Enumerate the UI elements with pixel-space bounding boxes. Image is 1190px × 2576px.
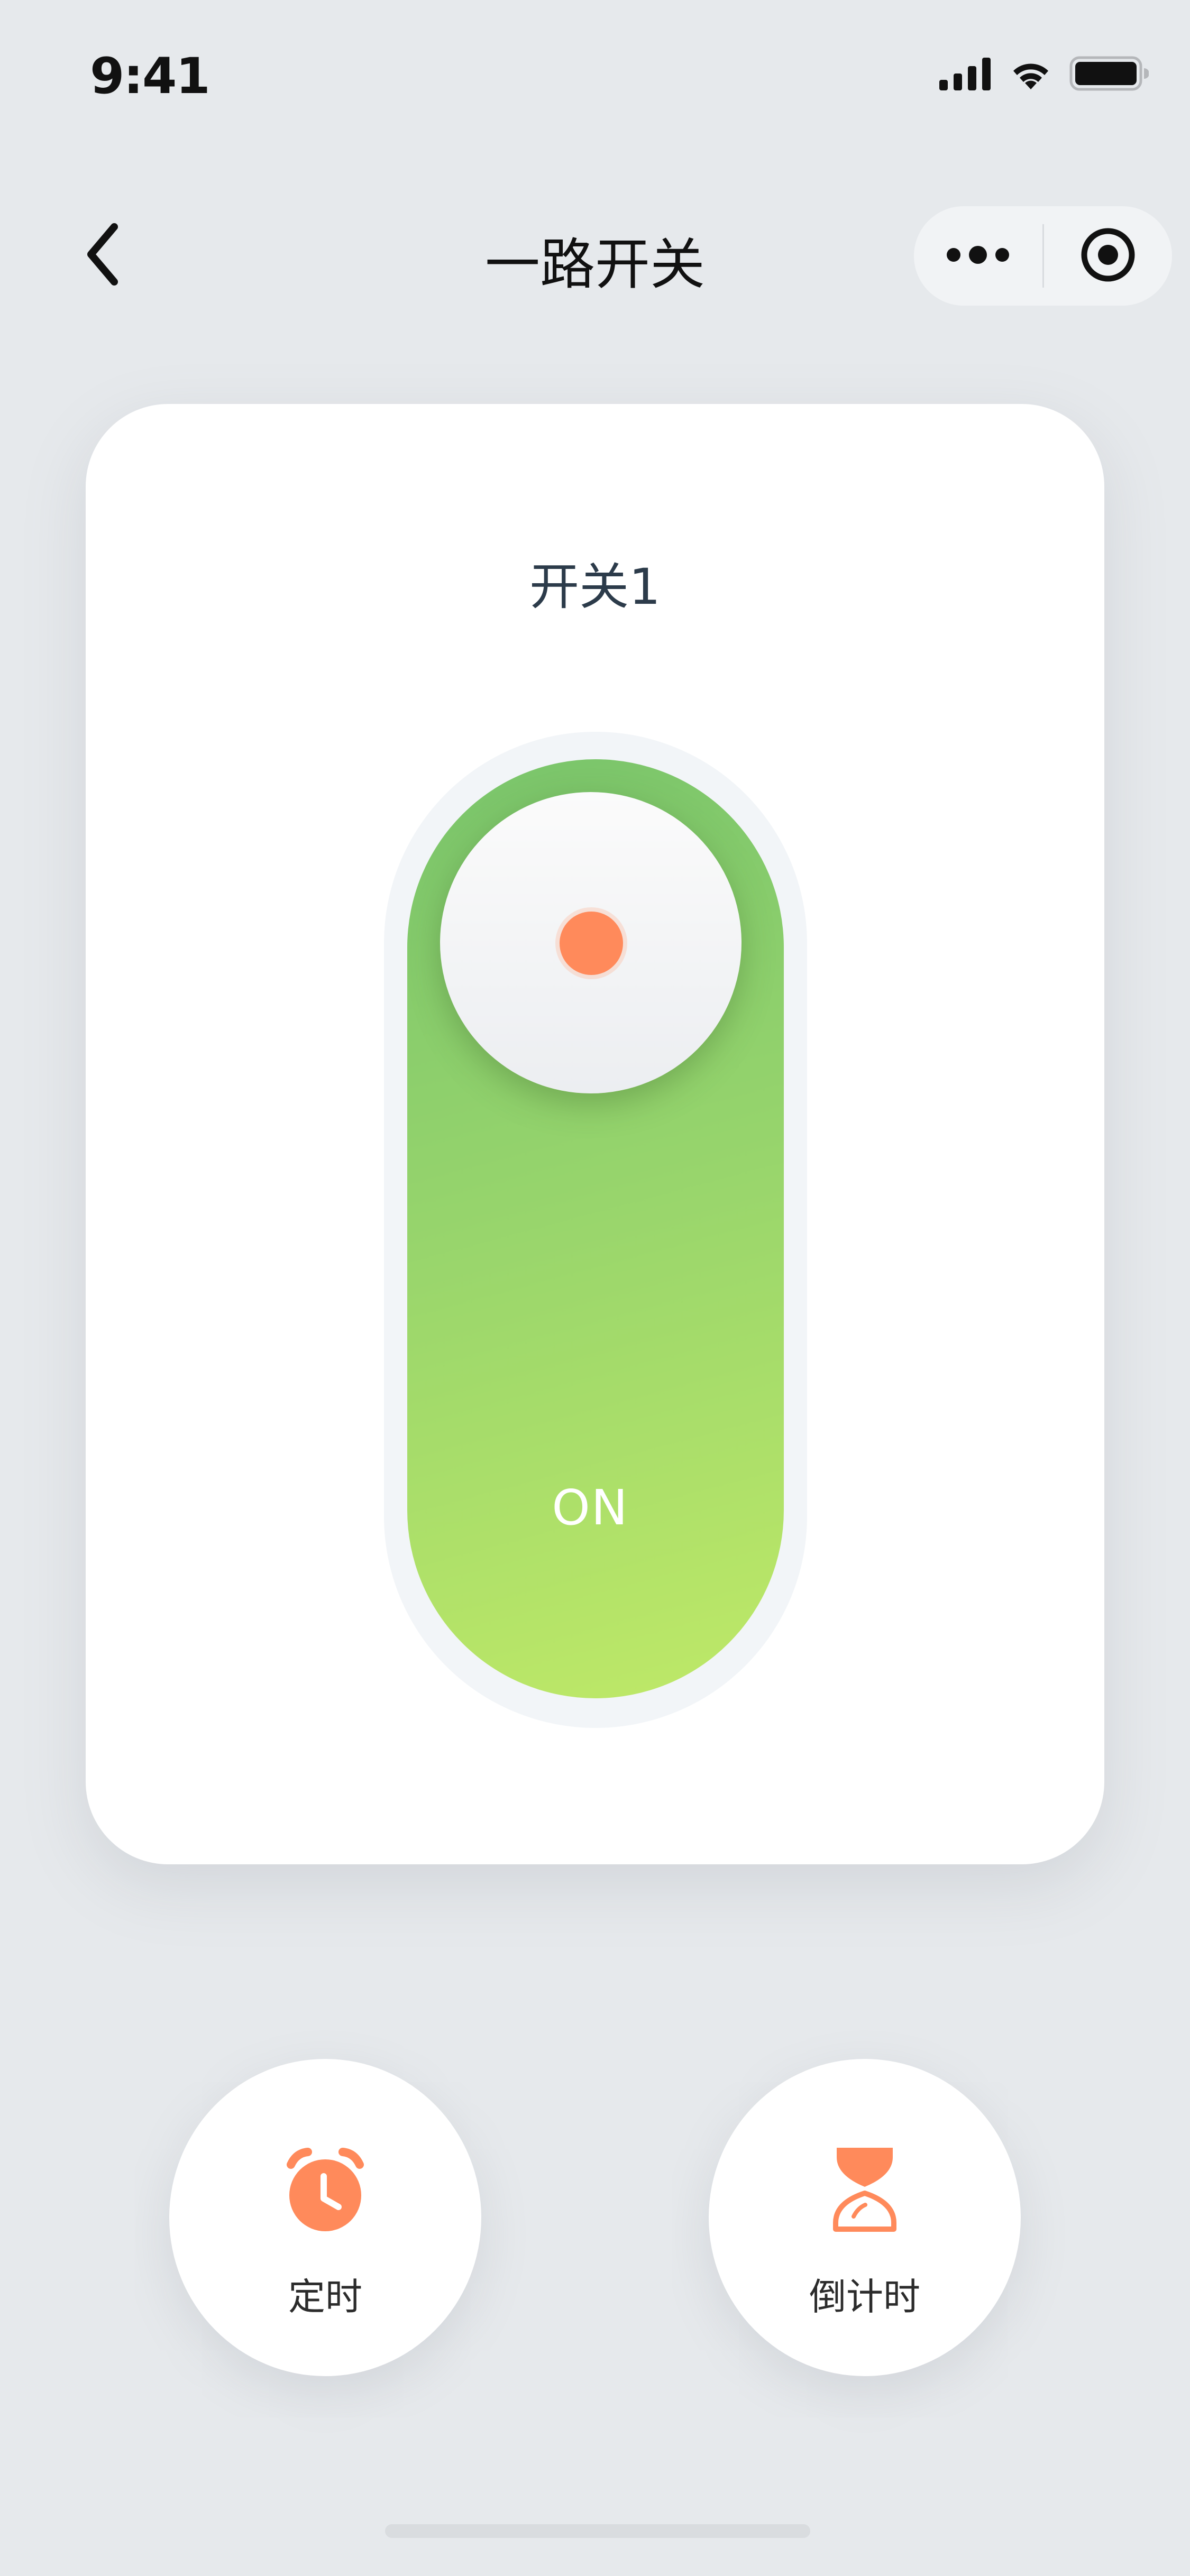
wifi-icon (1009, 57, 1052, 93)
home-indicator[interactable] (385, 2524, 810, 2538)
knob-indicator-dot (560, 912, 623, 975)
mini-program-capsule (914, 206, 1172, 306)
more-button[interactable] (914, 206, 1042, 306)
status-icons (939, 56, 1149, 93)
more-dots-icon (946, 245, 1010, 266)
target-circle-icon (1079, 226, 1137, 286)
switch-state-label: ON (552, 1479, 629, 1536)
hourglass-icon (830, 2143, 899, 2235)
countdown-label: 倒计时 (809, 2275, 920, 2319)
timer-button[interactable]: 定时 (169, 2059, 481, 2376)
status-time: 9:41 (90, 48, 210, 105)
countdown-button[interactable]: 倒计时 (709, 2059, 1021, 2376)
timer-label: 定时 (288, 2275, 362, 2319)
switch-name: 开关1 (529, 558, 661, 616)
battery-icon (1069, 56, 1149, 93)
switch-knob[interactable] (440, 792, 742, 1093)
alarm-clock-icon (280, 2143, 370, 2235)
power-switch[interactable]: ON (407, 759, 784, 1698)
signal-icon (939, 57, 992, 93)
close-button[interactable] (1044, 206, 1173, 306)
switch-card: 开关1 ON (86, 404, 1104, 1864)
